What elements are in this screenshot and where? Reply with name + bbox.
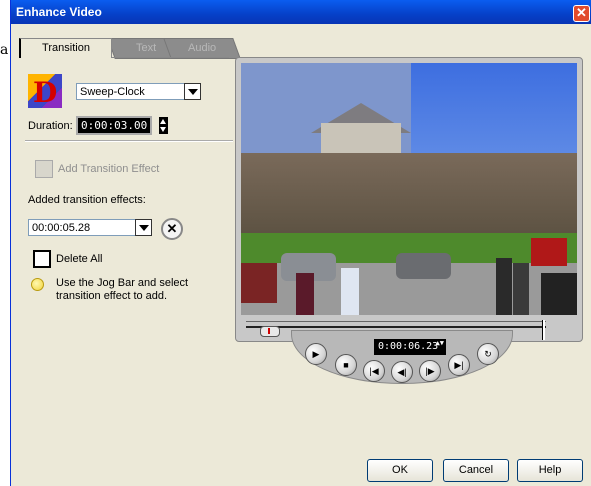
title-bar[interactable]: Enhance Video ✕ <box>11 0 591 24</box>
jog-bar-track-top <box>246 321 546 322</box>
tab-strip: Transition Text Audio <box>19 38 241 59</box>
tab-text-label: Text <box>135 42 157 54</box>
enhance-video-dialog: Enhance Video ✕ Transition Text Audio D … <box>10 0 591 486</box>
cancel-button[interactable]: Cancel <box>443 459 509 482</box>
tab-transition[interactable]: Transition <box>19 38 112 58</box>
logo-letter: D <box>33 76 58 109</box>
added-effects-label: Added transition effects: <box>28 194 146 206</box>
hint-text-line1: Use the Jog Bar and select <box>56 277 189 289</box>
jog-bar-track <box>246 326 546 328</box>
preview-window <box>235 57 583 342</box>
video-car <box>541 273 577 315</box>
tab-audio-label: Audio <box>187 42 217 54</box>
home-icon[interactable]: |◀ <box>363 360 385 382</box>
window-title: Enhance Video <box>16 5 102 19</box>
add-transition-effect-button[interactable]: Add Transition Effect <box>58 163 159 175</box>
dropdown-arrow-icon[interactable] <box>184 83 201 100</box>
duration-label: Duration: <box>28 120 73 132</box>
spin-arrows-icon[interactable] <box>159 117 168 134</box>
video-car <box>396 253 451 279</box>
video-person <box>496 258 512 315</box>
end-icon[interactable]: ▶| <box>448 354 470 376</box>
video-person <box>513 263 529 315</box>
ok-button[interactable]: OK <box>367 459 433 482</box>
next-frame-icon[interactable]: |▶ <box>419 360 441 382</box>
transition-logo-icon: D <box>28 74 62 109</box>
tab-transition-label: Transition <box>42 42 90 54</box>
time-counter-value: 0:00:06.23 <box>378 341 439 352</box>
added-effect-value: 00:00:05.28 <box>32 222 91 234</box>
added-effects-select[interactable]: 00:00:05.28 <box>28 219 152 236</box>
transition-type-value: Sweep-Clock <box>80 86 145 98</box>
tab-audio[interactable]: Audio <box>163 38 241 59</box>
separator <box>25 140 233 142</box>
video-car <box>241 263 277 303</box>
delete-all-icon[interactable] <box>33 250 51 268</box>
video-preview <box>241 63 577 315</box>
video-person <box>341 268 359 315</box>
hint-text-line2: transition effect to add. <box>56 290 168 302</box>
prev-frame-icon[interactable]: ◀| <box>391 361 413 383</box>
jog-bar-handle[interactable] <box>260 326 280 337</box>
stop-icon[interactable]: ■ <box>335 354 357 376</box>
video-car <box>531 238 567 266</box>
duration-input[interactable]: 0:00:03.00 <box>76 116 153 135</box>
close-icon[interactable]: ✕ <box>573 5 590 22</box>
help-button[interactable]: Help <box>517 459 583 482</box>
play-icon[interactable]: ▶ <box>305 343 327 365</box>
add-effect-icon <box>35 160 53 178</box>
remove-x-icon[interactable]: ✕ <box>161 218 183 240</box>
repeat-icon[interactable]: ↻ <box>477 343 499 365</box>
transition-type-select[interactable]: Sweep-Clock <box>76 83 201 100</box>
lightbulb-icon <box>31 278 44 291</box>
spin-arrows-icon[interactable]: ▲▼ <box>436 340 444 347</box>
time-counter[interactable]: 0:00:06.23 ▲▼ <box>374 339 446 355</box>
dropdown-arrow-icon[interactable] <box>135 219 152 236</box>
video-person <box>296 273 314 315</box>
background-text: a <box>0 42 9 58</box>
video-trees <box>241 153 577 243</box>
jog-bar-end-marker[interactable] <box>542 320 545 340</box>
delete-all-button[interactable]: Delete All <box>56 253 102 265</box>
